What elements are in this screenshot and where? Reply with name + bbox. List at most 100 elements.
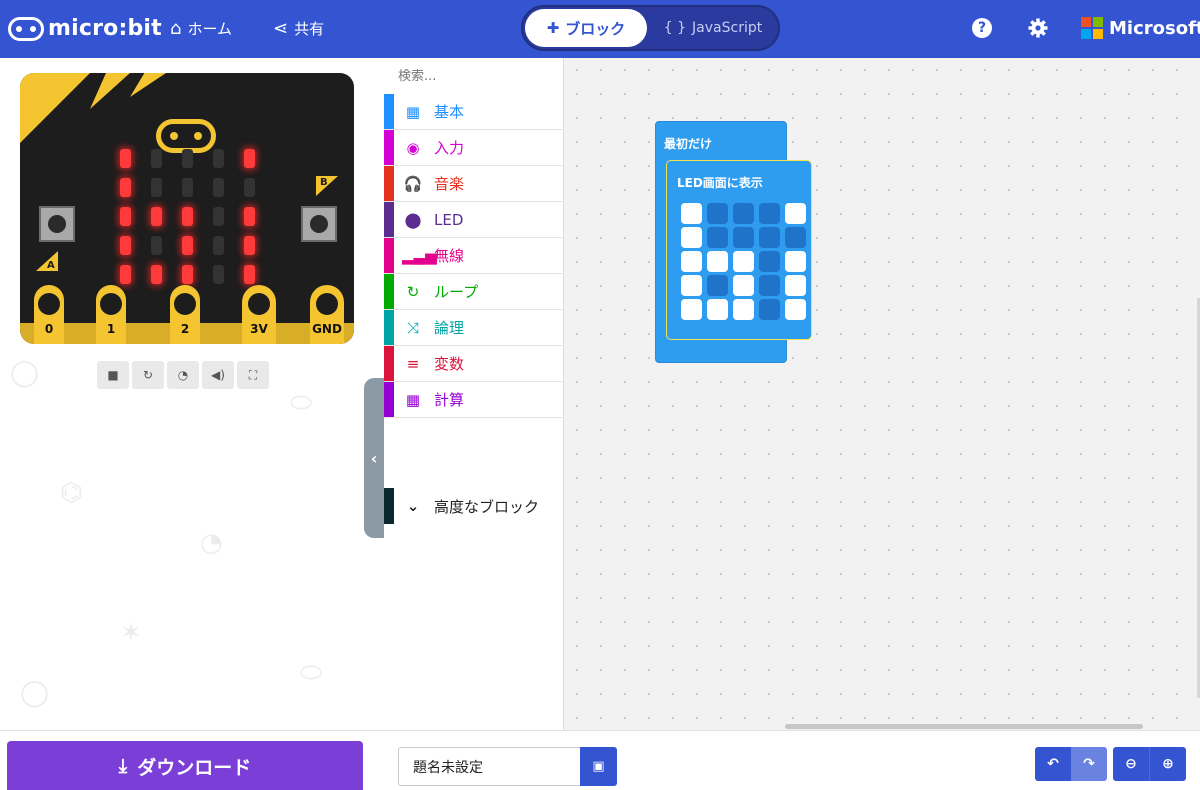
led-4-3 (213, 265, 224, 284)
undo-icon: ↶ (1047, 756, 1059, 772)
led-cell-3-0[interactable] (681, 275, 702, 296)
download-button[interactable]: ⤓ ダウンロード (7, 741, 363, 790)
led-cell-3-4[interactable] (785, 275, 806, 296)
category-5[interactable]: ▂▃▅ 無線 (384, 238, 564, 274)
category-label: ループ (434, 283, 479, 301)
home-button[interactable]: ⌂ ホーム (170, 18, 232, 39)
led-1-1 (151, 178, 162, 197)
led-cell-1-4[interactable] (785, 227, 806, 248)
block-toolbox: ⚲ ▦ 基本 ◉ 入力 🎧 音楽 ⬤ LED ▂▃▅無線 ↻ ループ ⤨ 論理 ≡ 変数 ▦ 計算 ⌄ 高度なブ… (384, 58, 578, 730)
save-button[interactable]: ▣ (580, 747, 617, 786)
microsoft-logo[interactable]: Microsoft (1081, 17, 1200, 39)
horizontal-scrollbar[interactable] (785, 724, 1143, 729)
pin-gnd[interactable]: GND (310, 285, 344, 344)
zoom-out-button[interactable]: ⊖ (1113, 747, 1149, 781)
simulator-panel: ◯ ⬭ ⌬ ◔ ✶ ⬭ ◯ A B 0 1 2 3V GND ■ ↻ ◔ ◀) ⛶ ‹ (0, 58, 384, 738)
led-cell-0-3[interactable] (759, 203, 780, 224)
home-label: ホーム (187, 20, 232, 38)
led-cell-1-2[interactable] (733, 227, 754, 248)
pin-1[interactable]: 1 (96, 285, 126, 344)
category-label: 変数 (434, 355, 465, 373)
led-cell-1-0[interactable] (681, 227, 702, 248)
redo-icon: ↷ (1083, 756, 1095, 772)
led-cell-1-1[interactable] (707, 227, 728, 248)
show-leds-block[interactable]: LED画面に表示 (666, 160, 812, 340)
zoom-in-button[interactable]: ⊕ (1149, 747, 1186, 781)
led-2-0 (120, 207, 131, 226)
led-cell-2-3[interactable] (759, 251, 780, 272)
led-cell-4-1[interactable] (707, 299, 728, 320)
javascript-mode-button[interactable]: { } JavaScript (651, 9, 775, 47)
led-cell-2-2[interactable] (733, 251, 754, 272)
microsoft-logo-icon (1081, 17, 1103, 39)
pin-2[interactable]: 2 (170, 285, 200, 344)
pin-3v[interactable]: 3V (242, 285, 276, 344)
led-cell-2-1[interactable] (707, 251, 728, 272)
led-cell-4-0[interactable] (681, 299, 702, 320)
category-color-bar (384, 130, 394, 165)
board-logo-icon[interactable] (156, 119, 216, 153)
redo-button[interactable]: ↷ (1071, 747, 1107, 781)
led-4-0 (120, 265, 131, 284)
category-2[interactable]: ◉ 入力 (384, 130, 564, 166)
led-cell-2-4[interactable] (785, 251, 806, 272)
led-2-4 (244, 207, 255, 226)
slowmo-button[interactable]: ◔ (167, 361, 199, 389)
led-cell-0-0[interactable] (681, 203, 702, 224)
toolbox-search: ⚲ (384, 58, 578, 94)
led-cell-3-1[interactable] (707, 275, 728, 296)
led-cell-3-2[interactable] (733, 275, 754, 296)
category-label: 無線 (434, 247, 465, 265)
led-cell-3-3[interactable] (759, 275, 780, 296)
share-button[interactable]: ⋖ 共有 (273, 18, 324, 39)
collapse-simulator-button[interactable]: ‹ (364, 378, 384, 538)
button-a[interactable] (39, 206, 75, 242)
category-6[interactable]: ↻ ループ (384, 274, 564, 310)
toggle-icon: ⬤ (404, 210, 422, 229)
led-cell-4-3[interactable] (759, 299, 780, 320)
restart-button[interactable]: ↻ (132, 361, 164, 389)
category-8[interactable]: ≡ 変数 (384, 346, 564, 382)
share-label: 共有 (294, 20, 325, 38)
button-b[interactable] (301, 206, 337, 242)
board-corner-decoration (20, 73, 90, 143)
sound-button[interactable]: ◀) (202, 361, 234, 389)
fullscreen-icon: ⛶ (248, 367, 258, 382)
help-button[interactable]: ? (970, 16, 994, 40)
category-9[interactable]: ▦ 計算 (384, 382, 564, 418)
background-pattern-icon: ⬭ (290, 388, 313, 418)
blocks-workspace[interactable]: 最初だけ LED画面に表示 (565, 58, 1200, 730)
share-icon: ⋖ (273, 17, 289, 39)
led-1-3 (213, 178, 224, 197)
led-3-0 (120, 236, 131, 255)
led-1-2 (182, 178, 193, 197)
on-start-block[interactable]: 最初だけ LED画面に表示 (655, 121, 812, 363)
category-1[interactable]: ▦ 基本 (384, 94, 564, 130)
category-color-bar (384, 488, 394, 524)
led-cell-4-4[interactable] (785, 299, 806, 320)
pin-0[interactable]: 0 (34, 285, 64, 344)
category-4[interactable]: ⬤ LED (384, 202, 564, 238)
fullscreen-button[interactable]: ⛶ (237, 361, 269, 389)
category-7[interactable]: ⤨ 論理 (384, 310, 564, 346)
pin-label: GND (312, 322, 342, 336)
led-cell-0-1[interactable] (707, 203, 728, 224)
project-name-input[interactable] (398, 747, 581, 786)
advanced-blocks-toggle[interactable]: ⌄ 高度なブロック (384, 488, 564, 524)
microbit-logo[interactable]: micro:bit (8, 16, 162, 41)
led-cell-4-2[interactable] (733, 299, 754, 320)
led-cell-1-3[interactable] (759, 227, 780, 248)
led-cell-0-4[interactable] (785, 203, 806, 224)
led-4-4 (244, 265, 255, 284)
category-3[interactable]: 🎧 音楽 (384, 166, 564, 202)
undo-button[interactable]: ↶ (1035, 747, 1071, 781)
led-cell-0-2[interactable] (733, 203, 754, 224)
led-cell-2-0[interactable] (681, 251, 702, 272)
button-a-label: A (47, 260, 55, 271)
search-input[interactable] (398, 68, 568, 84)
led-4-1 (151, 265, 162, 284)
blocks-mode-button[interactable]: ✚ ブロック (525, 9, 647, 47)
stop-button[interactable]: ■ (97, 361, 129, 389)
category-color-bar (384, 166, 394, 201)
settings-button[interactable] (1026, 16, 1050, 40)
